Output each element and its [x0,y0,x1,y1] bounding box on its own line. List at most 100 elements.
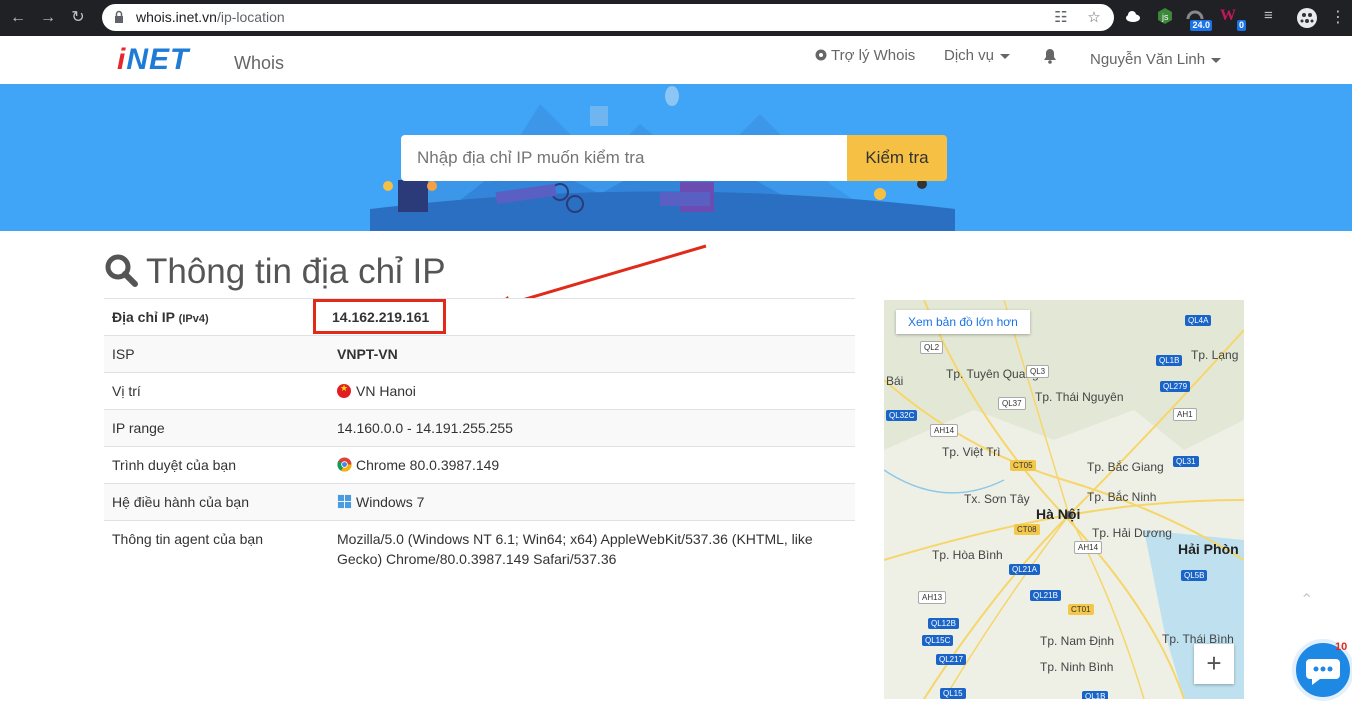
map-road-label: AH14 [930,424,959,437]
map-road-label: QL15 [940,688,966,699]
nav-services[interactable]: Dịch vụ [944,47,1011,64]
table-row: Hệ điều hành của bạn Windows 7 [104,483,855,521]
table-row: ISP VNPT-VN [104,335,855,373]
search-icon [105,254,138,287]
back-icon[interactable]: ← [8,8,28,28]
map-road-label: QL21B [1030,590,1061,601]
map-city: Tp. Lạng [1191,348,1239,362]
map-road-label: QL37 [998,397,1026,410]
map-road-label: QL217 [936,654,967,665]
location-map[interactable]: Xem bản đồ lớn hơn Tp. Tuyên Quang Tp. T… [884,300,1244,699]
address-bar[interactable]: whois.inet.vn/ip-location ☷ ☆ [102,4,1114,31]
browser-value: Chrome 80.0.3987.149 [329,446,855,484]
os-label: Hệ điều hành của bạn [104,483,329,521]
nodejs-extension-icon[interactable]: js [1156,7,1178,29]
location-value: VN Hanoi [329,372,855,410]
agent-label: Thông tin agent của bạn [104,520,329,579]
map-city: Tp. Hải Dương [1092,526,1172,540]
map-road-label: CT05 [1010,460,1036,471]
w-extension-icon[interactable]: W0 [1220,7,1246,31]
ip-value: 14.162.219.161 [313,298,855,336]
map-road-label: QL279 [1160,381,1191,392]
lock-icon [115,10,123,23]
ip-label: Địa chỉ IP (IPv4) [104,298,329,336]
check-button[interactable]: Kiểm tra [847,135,947,181]
os-value: Windows 7 [329,483,855,521]
windows-icon [337,494,352,509]
view-larger-map-link[interactable]: Xem bản đồ lớn hơn [896,310,1030,334]
map-road-label: AH1 [1173,408,1197,421]
nav-user-menu[interactable]: Nguyễn Văn Linh [1090,51,1222,68]
table-row: Địa chỉ IP (IPv4) 14.162.219.161 [104,298,855,336]
browser-menu-icon[interactable]: ⋮ [1328,8,1348,28]
ip-range-label: IP range [104,409,329,447]
table-row: Thông tin agent của bạn Mozilla/5.0 (Win… [104,520,855,579]
bell-icon[interactable] [1043,48,1057,64]
map-road-label: QL5B [1181,570,1208,581]
map-road-label: QL1B [1082,691,1109,699]
map-road-label: QL2 [920,341,944,354]
map-road-label: QL21A [1009,564,1040,575]
chat-unread-badge: 10 [1335,641,1348,653]
map-road-label: CT08 [1014,524,1040,535]
map-city: Tp. Nam Định [1040,634,1115,648]
map-road-label: QL12B [928,618,959,629]
page-title: Thông tin địa chỉ IP [104,252,446,292]
forward-icon[interactable]: → [38,8,58,28]
map-zoom-in-button[interactable]: + [1194,644,1234,684]
map-city: Tp. Tuyên Quang [946,367,1039,381]
map-city: Tp. Hòa Bình [932,548,1003,562]
map-city: Tp. Ninh Bình [1040,660,1114,674]
chevron-down-icon [1000,53,1011,59]
playlist-extension-icon[interactable]: ≡ [1264,7,1286,29]
chevron-down-icon [1211,57,1222,63]
map-city: Tx. Sơn Tây [964,492,1030,506]
url-text: whois.inet.vn/ip-location [136,9,285,25]
ip-highlight-box: 14.162.219.161 [313,299,447,334]
table-row: IP range 14.160.0.0 - 14.191.255.255 [104,409,855,447]
map-road-label: QL1B [1156,355,1183,366]
agent-value: Mozilla/5.0 (Windows NT 6.1; Win64; x64)… [329,520,855,579]
browser-toolbar: ← → ↻ whois.inet.vn/ip-location ☷ ☆ js 2… [0,0,1352,36]
map-road-label: QL3 [1026,365,1050,378]
hero-banner: Kiểm tra [0,84,1352,231]
map-road-label: QL32C [886,410,918,421]
chevron-up-icon[interactable]: ⌃ [1300,590,1313,610]
ip-search-input[interactable] [401,135,847,181]
chrome-icon [337,457,352,472]
ip-info-table: Địa chỉ IP (IPv4) 14.162.219.161 ISP VNP… [104,298,855,579]
speed-extension-icon[interactable]: 24.0 [1186,7,1212,31]
map-road-label: AH14 [1074,541,1103,554]
map-road-label: QL4A [1185,315,1212,326]
vietnam-flag-icon [337,383,351,398]
map-city: Bái [886,374,904,388]
assistant-icon [815,49,827,61]
map-city-hanoi: Hà Nội [1036,506,1081,522]
map-city: Tp. Bắc Ninh [1087,490,1157,504]
reload-icon[interactable]: ↻ [68,8,88,28]
map-road-label: QL31 [1173,456,1199,467]
browser-label: Trình duyệt của bạn [104,446,329,484]
map-city: Hải Phòn [1178,541,1239,557]
map-city: Tp. Bắc Giang [1087,460,1164,474]
table-row: Vị trí VN Hanoi [104,372,855,410]
svg-text:js: js [1161,12,1169,22]
translate-icon[interactable]: ☷ [1052,9,1070,27]
map-road-label: CT01 [1068,604,1094,615]
profile-avatar-icon[interactable] [1296,7,1318,29]
isp-value: VNPT-VN [329,335,855,373]
nav-assistant[interactable]: Trợ lý Whois [815,47,915,64]
map-city: Tp. Việt Trì [942,445,1001,459]
map-city: Tp. Thái Nguyên [1035,390,1124,404]
site-header: iNET Whois Trợ lý Whois Dịch vụ Nguyễn V… [0,36,1352,84]
ip-range-value: 14.160.0.0 - 14.191.255.255 [329,409,855,447]
logo-subtitle: Whois [234,53,285,73]
bookmark-star-icon[interactable]: ☆ [1085,9,1103,27]
inet-logo[interactable]: iNET [117,43,189,77]
cloud-extension-icon[interactable] [1124,7,1146,29]
table-row: Trình duyệt của bạn Chrome 80.0.3987.149 [104,446,855,484]
map-road-label: QL15C [922,635,954,646]
location-label: Vị trí [104,372,329,410]
map-road-label: AH13 [918,591,947,604]
isp-label: ISP [104,335,329,373]
